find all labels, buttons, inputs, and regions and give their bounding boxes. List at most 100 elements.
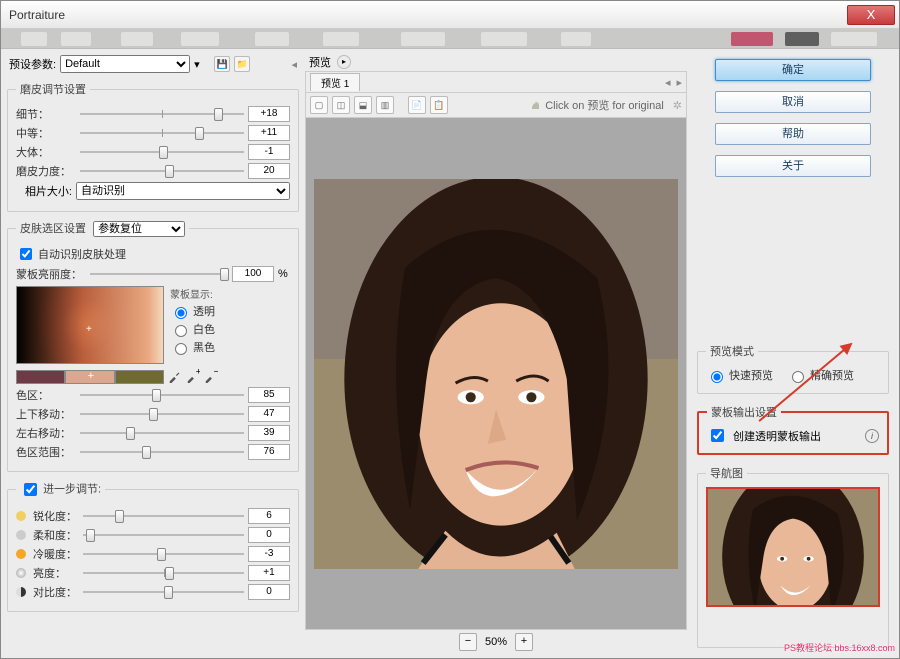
auto-skin-input[interactable] <box>20 248 32 260</box>
eyedropper-minus-icon[interactable]: − <box>204 369 218 383</box>
folder-preset-icon[interactable]: 📁 <box>234 56 250 72</box>
warm-dot-icon <box>16 549 26 559</box>
navigator-title: 导航图 <box>706 465 747 481</box>
svg-text:+: + <box>196 369 200 377</box>
soft-slider[interactable] <box>83 528 244 542</box>
soft-label: 柔和度： <box>33 527 79 543</box>
mask-transparent-radio[interactable]: 透明 <box>170 303 215 319</box>
preview-canvas[interactable] <box>305 118 687 630</box>
play-icon[interactable]: ▸ <box>337 55 351 69</box>
navigator-image[interactable] <box>706 487 880 607</box>
preview-tab-1[interactable]: 预览 1 <box>310 73 360 91</box>
eyedropper-icon[interactable] <box>168 369 182 383</box>
zoom-in-button[interactable]: + <box>515 633 533 651</box>
strength-slider[interactable] <box>80 164 244 178</box>
warm-value[interactable]: -3 <box>248 546 290 562</box>
large-value[interactable]: -1 <box>248 144 290 160</box>
view-grid-icon[interactable]: ▥ <box>376 96 394 114</box>
smoothing-panel: 磨皮调节设置 细节： +18 中等： +11 大体： -1 磨皮力度 <box>7 81 299 212</box>
close-button[interactable]: X <box>847 5 895 25</box>
range-value[interactable]: 76 <box>248 444 290 460</box>
spinner-icon: ✲ <box>673 99 682 112</box>
enhance-panel: 进一步调节: 锐化度：6 柔和度：0 冷暖度：-3 亮度：+1 对比度：0 <box>7 480 299 612</box>
zoom-value: 50% <box>485 636 507 648</box>
color-swatches[interactable]: + <box>16 370 164 384</box>
create-mask-checkbox[interactable] <box>711 429 724 442</box>
preset-row: 预设参数: Default ▾ 💾 📁 ◂ <box>5 53 301 75</box>
lr-slider[interactable] <box>80 426 244 440</box>
mask-opacity-value[interactable]: 100 <box>232 266 274 282</box>
mask-white-radio[interactable]: 白色 <box>170 321 215 337</box>
contrast-slider[interactable] <box>83 585 244 599</box>
medium-value[interactable]: +11 <box>248 125 290 141</box>
contrast-value[interactable]: 0 <box>248 584 290 600</box>
photosize-select[interactable]: 自动识别 <box>76 182 290 200</box>
range-label: 色区范围： <box>16 444 76 460</box>
soft-dot-icon <box>16 530 26 540</box>
copy-doc-icon[interactable]: 📋 <box>430 96 448 114</box>
medium-slider[interactable] <box>80 126 244 140</box>
detail-slider[interactable] <box>80 107 244 121</box>
enhance-title: 进一步调节: <box>43 483 101 495</box>
ud-slider[interactable] <box>80 407 244 421</box>
bright-value[interactable]: +1 <box>248 565 290 581</box>
bright-label: 亮度： <box>33 565 79 581</box>
next-tab-icon[interactable]: ▸ <box>676 76 682 89</box>
help-button[interactable]: 帮助 <box>715 123 871 145</box>
new-doc-icon[interactable]: 📄 <box>408 96 426 114</box>
hue-slider[interactable] <box>80 388 244 402</box>
warm-slider[interactable] <box>83 547 244 561</box>
create-mask-label: 创建透明蒙板输出 <box>733 428 821 444</box>
view-split-h-icon[interactable]: ⬓ <box>354 96 372 114</box>
eyedropper-plus-icon[interactable]: + <box>186 369 200 383</box>
mask-output-panel: 蒙板输出设置 创建透明蒙板输出 i <box>697 404 889 455</box>
color-gradient[interactable]: + <box>16 286 164 364</box>
cancel-button[interactable]: 取消 <box>715 91 871 113</box>
fast-preview-radio[interactable]: 快速预览 <box>706 367 773 383</box>
detail-value[interactable]: +18 <box>248 106 290 122</box>
medium-label: 中等： <box>16 125 76 141</box>
preview-image <box>314 179 678 569</box>
enhance-enable-checkbox[interactable] <box>24 483 37 496</box>
mask-display-label: 蒙板显示: <box>170 286 215 301</box>
auto-skin-checkbox[interactable]: 自动识别皮肤处理 <box>16 245 290 263</box>
range-slider[interactable] <box>80 445 244 459</box>
sharp-value[interactable]: 6 <box>248 508 290 524</box>
preset-dropdown-icon[interactable]: ▾ <box>194 58 202 71</box>
soft-value[interactable]: 0 <box>248 527 290 543</box>
bright-dot-icon <box>16 568 26 578</box>
zoom-out-button[interactable]: − <box>459 633 477 651</box>
large-label: 大体： <box>16 144 76 160</box>
ud-label: 上下移动： <box>16 406 76 422</box>
view-split-v-icon[interactable]: ◫ <box>332 96 350 114</box>
ok-button[interactable]: 确定 <box>715 59 871 81</box>
menubar-blurred <box>1 29 899 49</box>
large-slider[interactable] <box>80 145 244 159</box>
mask-black-radio[interactable]: 黑色 <box>170 339 215 355</box>
about-button[interactable]: 关于 <box>715 155 871 177</box>
save-preset-icon[interactable]: 💾 <box>214 56 230 72</box>
skin-reset-select[interactable]: 参数复位 <box>93 221 185 237</box>
preview-mode-panel: 预览模式 快速预览 精确预览 <box>697 343 889 394</box>
collapse-icon[interactable]: ◂ <box>291 58 297 71</box>
watermark: PS教程论坛 bbs.16xx8.com <box>784 641 895 654</box>
lr-label: 左右移动： <box>16 425 76 441</box>
bright-slider[interactable] <box>83 566 244 580</box>
lr-value[interactable]: 39 <box>248 425 290 441</box>
preview-hint: Click on 预览 for original <box>545 97 664 113</box>
hand-icon <box>530 99 542 111</box>
prev-tab-icon[interactable]: ◂ <box>665 76 671 89</box>
hue-value[interactable]: 85 <box>248 387 290 403</box>
warm-label: 冷暖度： <box>33 546 79 562</box>
preview-header: 预览 <box>309 54 331 70</box>
titlebar: Portraiture X <box>1 1 899 29</box>
sharp-slider[interactable] <box>83 509 244 523</box>
strength-value[interactable]: 20 <box>248 163 290 179</box>
info-icon[interactable]: i <box>865 429 879 443</box>
smoothing-title: 磨皮调节设置 <box>16 81 90 97</box>
preview-mode-title: 预览模式 <box>706 343 758 359</box>
preset-select[interactable]: Default <box>60 55 190 73</box>
mask-opacity-slider[interactable] <box>90 267 228 281</box>
ud-value[interactable]: 47 <box>248 406 290 422</box>
view-single-icon[interactable]: ▢ <box>310 96 328 114</box>
